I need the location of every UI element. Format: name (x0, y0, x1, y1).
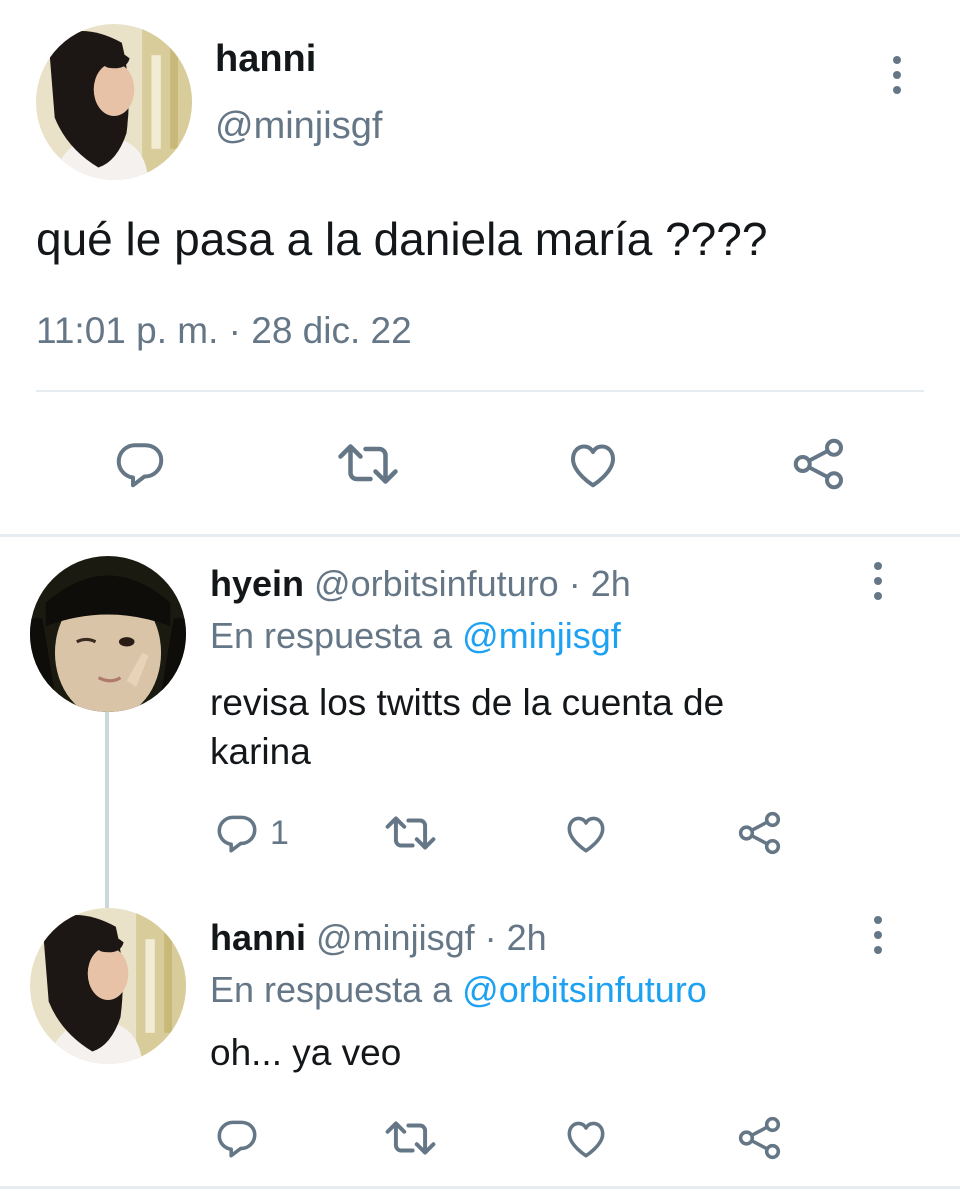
author-display-name[interactable]: hanni (210, 917, 306, 958)
author-handle[interactable]: @minjisgf (316, 917, 475, 958)
retweet-icon (338, 444, 398, 484)
avatar[interactable] (36, 24, 192, 180)
author-display-name[interactable]: hanni (215, 38, 316, 81)
mention-link[interactable]: @minjisgf (462, 615, 621, 656)
avatar[interactable] (30, 556, 186, 712)
like-button[interactable] (561, 1113, 611, 1163)
section-divider (0, 534, 960, 537)
more-dot (893, 56, 901, 64)
reply-prefix: En respuesta a (210, 615, 453, 656)
more-options-button[interactable] (877, 45, 917, 105)
more-options-button[interactable] (858, 551, 898, 611)
heart-icon (571, 444, 615, 488)
retweet-button[interactable] (335, 434, 401, 494)
reply-icon (116, 443, 164, 488)
bottom-divider (0, 1186, 960, 1189)
reply-header: hanni @minjisgf · 2h (210, 917, 547, 959)
tweet-timestamp[interactable]: 11:01 p. m. · 28 dic. 22 (36, 310, 412, 352)
more-dot (893, 71, 901, 79)
reply-button[interactable]: 1 (212, 808, 289, 858)
heart-icon (567, 1121, 605, 1158)
heart-icon (567, 816, 605, 853)
share-icon (738, 811, 781, 855)
more-dot (874, 916, 882, 924)
reply-icon (217, 815, 257, 853)
like-button[interactable] (561, 808, 611, 858)
reply-button[interactable] (110, 434, 170, 494)
more-dot (874, 931, 882, 939)
reply-count: 1 (270, 813, 289, 852)
share-button[interactable] (735, 1113, 785, 1163)
author-handle[interactable]: @orbitsinfuturo (314, 563, 559, 604)
reply-prefix: En respuesta a (210, 969, 453, 1010)
reply-icon (217, 1120, 257, 1158)
reply-header: hyein @orbitsinfuturo · 2h (210, 563, 631, 605)
avatar-photo-hyein (30, 556, 186, 712)
reply-context: En respuesta a @minjisgf (210, 615, 621, 657)
author-display-name[interactable]: hyein (210, 563, 304, 604)
reply-context: En respuesta a @orbitsinfuturo (210, 969, 707, 1011)
more-dot (874, 562, 882, 570)
avatar-photo-hanni (30, 908, 186, 1064)
reply-button[interactable] (212, 1113, 262, 1163)
retweet-icon (385, 816, 436, 850)
share-button[interactable] (789, 434, 849, 494)
thread-line (105, 712, 109, 908)
divider (36, 390, 924, 392)
avatar[interactable] (30, 908, 186, 1064)
mention-link[interactable]: @orbitsinfuturo (462, 969, 707, 1010)
tweet-time[interactable]: · 2h (485, 917, 547, 958)
tweet-text: qué le pasa a la daniela maría ???? (36, 213, 768, 265)
share-icon (738, 1116, 781, 1160)
tweet-time[interactable]: · 2h (569, 563, 631, 604)
more-dot (874, 946, 882, 954)
more-dot (874, 592, 882, 600)
author-handle[interactable]: @minjisgf (215, 105, 382, 148)
retweet-button[interactable] (383, 1113, 438, 1163)
more-dot (874, 577, 882, 585)
more-options-button[interactable] (858, 905, 898, 965)
tweet-text: oh... ya veo (210, 1032, 402, 1073)
retweet-icon (385, 1121, 436, 1155)
share-button[interactable] (735, 808, 785, 858)
more-dot (893, 86, 901, 94)
like-button[interactable] (563, 434, 623, 494)
tweet-text: revisa los twitts de la cuenta de karina (210, 682, 725, 772)
share-icon (793, 438, 843, 490)
avatar-photo-hanni (36, 24, 192, 180)
retweet-button[interactable] (383, 808, 438, 858)
